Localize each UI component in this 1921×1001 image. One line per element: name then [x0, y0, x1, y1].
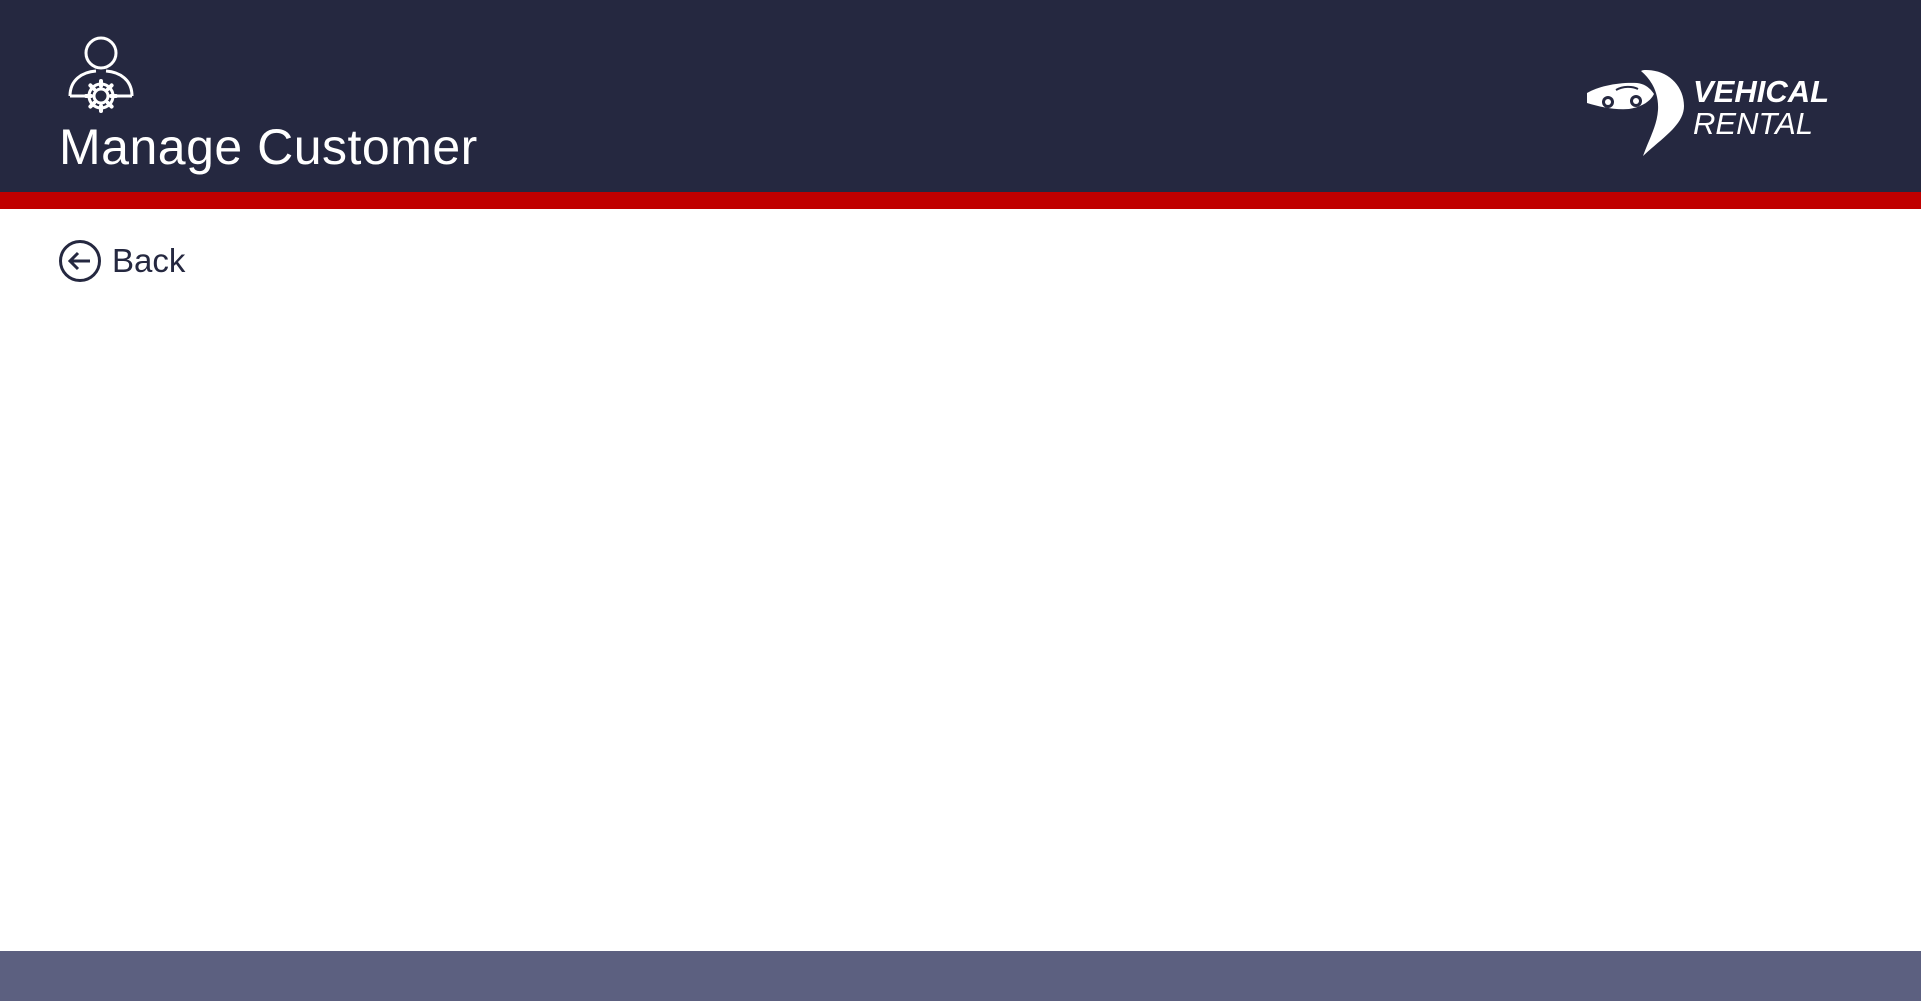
app-header: Manage Customer VEHICAL RENTAL	[0, 0, 1921, 192]
back-label: Back	[112, 242, 186, 279]
arrow-left-circle-icon	[59, 240, 101, 282]
page-title: Manage Customer	[59, 119, 478, 175]
back-button[interactable]: Back	[58, 238, 185, 284]
logo-text: VEHICAL RENTAL	[1693, 76, 1829, 140]
logo-text-rental: RENTAL	[1693, 106, 1814, 141]
vehical-rental-logo: VEHICAL RENTAL	[1586, 68, 1846, 156]
app-footer	[0, 951, 1921, 1001]
header-accent-bar	[0, 192, 1921, 209]
car-location-pin-icon	[1587, 70, 1684, 156]
logo-text-vehical: VEHICAL	[1693, 74, 1830, 109]
page: Manage Customer VEHICAL RENTAL Back	[0, 0, 1921, 1001]
user-settings-icon	[68, 36, 134, 113]
